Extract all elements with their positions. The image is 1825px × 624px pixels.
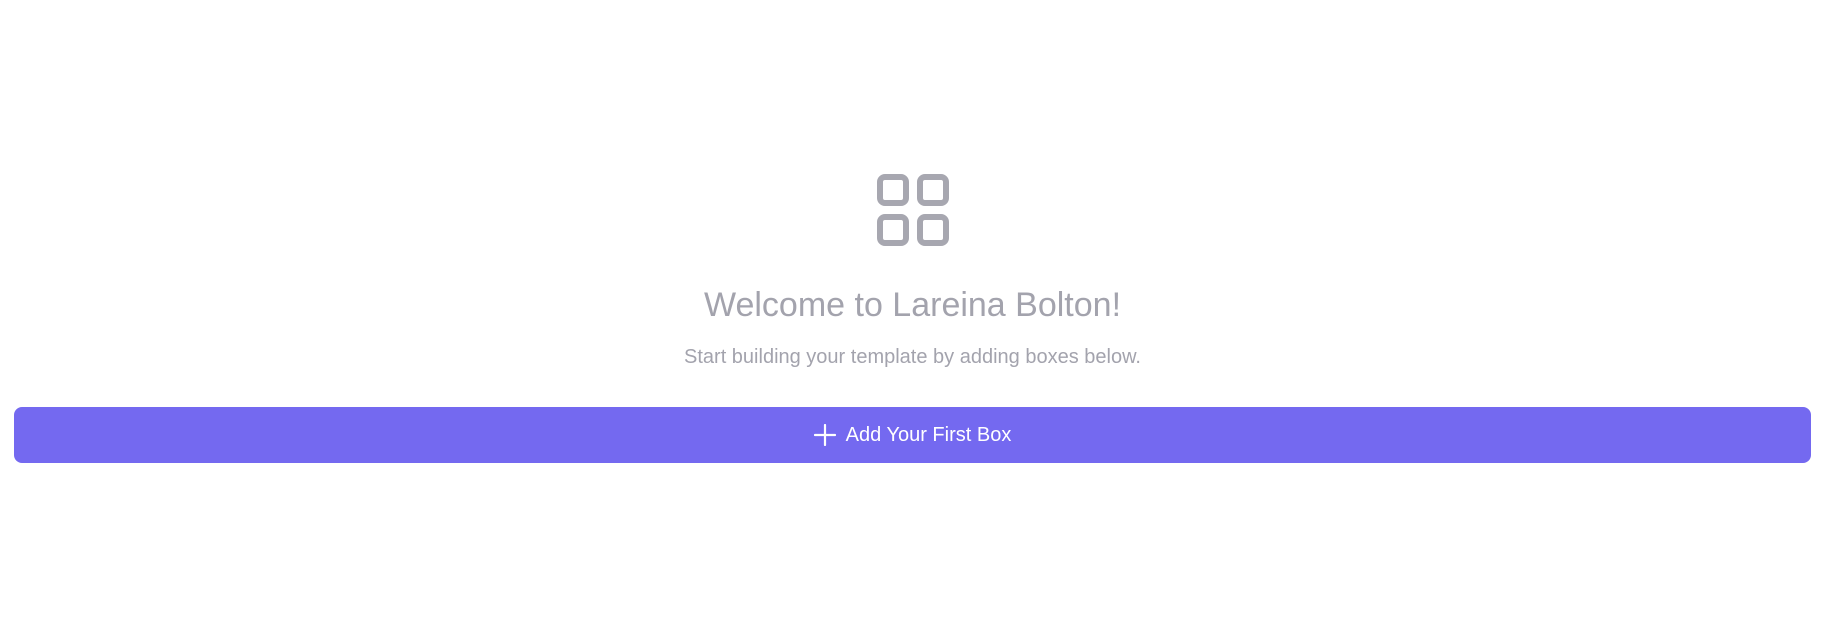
empty-state: Welcome to Lareina Bolton! Start buildin…: [0, 0, 1825, 624]
add-first-box-label: Add Your First Box: [845, 424, 1012, 446]
plus-icon: [813, 423, 836, 447]
welcome-title: Welcome to Lareina Bolton!: [703, 286, 1122, 324]
add-first-box-button[interactable]: Add Your First Box: [14, 407, 1811, 463]
page: Welcome to Lareina Bolton! Start buildin…: [0, 0, 1825, 624]
grid-icon: [877, 174, 949, 246]
welcome-subtitle: Start building your template by adding b…: [684, 346, 1141, 368]
